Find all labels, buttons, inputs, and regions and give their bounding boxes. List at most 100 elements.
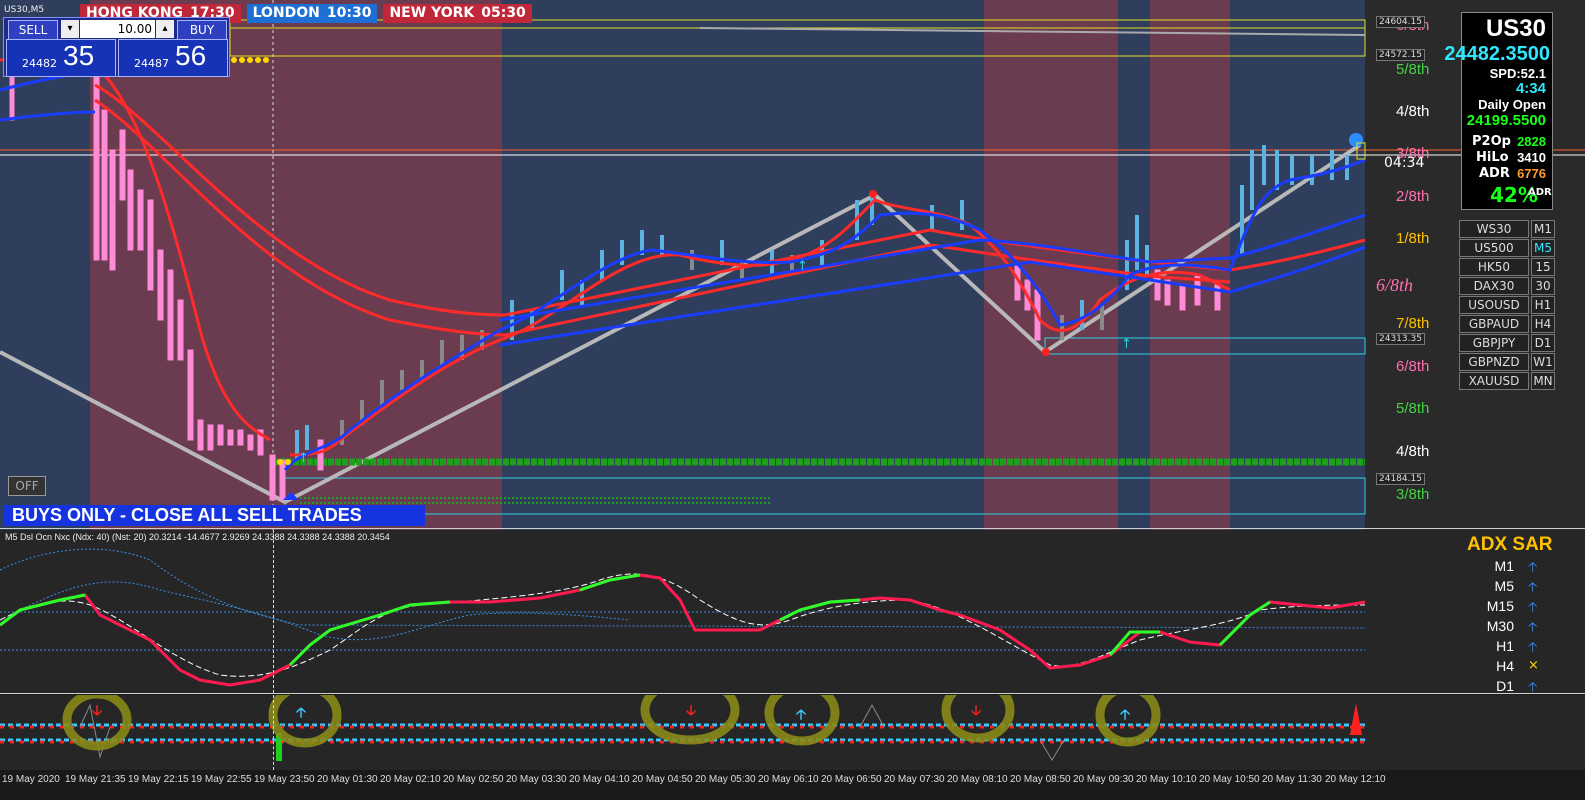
time-label: 20 May 01:30: [317, 774, 378, 785]
price-tag: 24572.15: [1376, 49, 1425, 61]
time-label: 20 May 09:30: [1073, 774, 1134, 785]
arrow-up-icon: 🡡: [1528, 580, 1538, 595]
oscillator-pane[interactable]: [0, 530, 1585, 693]
price-tag: 24604.15: [1376, 16, 1425, 28]
lot-increase-icon[interactable]: ▴: [156, 20, 174, 38]
timeframe-button[interactable]: M5: [1531, 239, 1555, 257]
symbol-button[interactable]: GBPNZD: [1459, 353, 1529, 371]
arrow-up-icon: 🡡: [1528, 600, 1538, 615]
svg-text:🡡: 🡡: [296, 705, 306, 721]
info-spread: SPD:52.1: [1489, 66, 1546, 81]
pane-separator: [0, 528, 1585, 529]
sell-button[interactable]: SELL: [8, 20, 58, 40]
svg-text:↑: ↑: [298, 451, 309, 466]
octave-label: 4/8th: [1396, 103, 1430, 120]
signal-plot: 🡣 🡡 🡣 🡡 🡣 🡡: [0, 695, 1365, 761]
symbol-button[interactable]: HK50: [1459, 258, 1529, 276]
cross-icon: ×: [1528, 658, 1539, 673]
sell-price-small: 24482: [22, 57, 57, 70]
octave-label: 4/8th: [1396, 443, 1430, 460]
svg-text:🡣: 🡣: [686, 703, 696, 719]
session-label: NEW YORK 05:30: [383, 4, 532, 23]
adx-timeframe: H1: [1496, 638, 1514, 654]
buy-price-box[interactable]: 24487 56: [118, 39, 228, 77]
symbol-button[interactable]: US500: [1459, 239, 1529, 257]
timeframe-button[interactable]: M1: [1531, 220, 1555, 238]
timeframe-button[interactable]: H4: [1531, 315, 1555, 333]
chart-symbol-label: US30,M5: [4, 5, 45, 15]
time-label: 20 May 06:10: [758, 774, 819, 785]
adx-timeframe: M1: [1494, 558, 1514, 574]
info-adr-value: 6776: [1517, 166, 1546, 181]
info-adr-label: ADR: [1479, 166, 1510, 181]
symbol-button[interactable]: USOUSD: [1459, 296, 1529, 314]
off-button[interactable]: OFF: [8, 476, 46, 496]
adx-timeframe: M15: [1486, 598, 1514, 614]
time-label: 20 May 04:10: [569, 774, 630, 785]
octave-label: 3/8th: [1396, 486, 1430, 503]
buy-button[interactable]: BUY: [177, 20, 227, 40]
timeframe-button[interactable]: D1: [1531, 334, 1555, 352]
svg-text:🡣: 🡣: [92, 703, 102, 719]
time-label: 20 May 10:50: [1199, 774, 1260, 785]
arrow-up-icon: 🡡: [1528, 640, 1538, 655]
svg-text:🡣: 🡣: [971, 703, 981, 719]
symbol-info-panel: US30 24482.3500 SPD:52.1 4:34 Daily Open…: [1444, 12, 1553, 210]
symbol-button[interactable]: WS30: [1459, 220, 1529, 238]
price-plot: ↑ ↑ ↑: [0, 0, 1585, 530]
session-label: LONDON 10:30: [246, 4, 378, 23]
time-label: 19 May 22:55: [191, 774, 252, 785]
signal-banner: BUYS ONLY - CLOSE ALL SELL TRADES: [4, 505, 425, 526]
time-label: 20 May 05:30: [695, 774, 756, 785]
time-label: 19 May 23:50: [254, 774, 315, 785]
lot-decrease-icon[interactable]: ▾: [61, 20, 79, 38]
octave-italic-label: 6/8th: [1376, 275, 1414, 295]
time-label: 19 May 21:35: [65, 774, 126, 785]
time-label: 20 May 03:30: [506, 774, 567, 785]
buy-price-big: 56: [175, 40, 207, 71]
timeframe-button[interactable]: MN: [1531, 372, 1555, 390]
time-label: 20 May 02:50: [443, 774, 504, 785]
svg-text:↑: ↑: [797, 259, 808, 274]
session-time: 10:30: [326, 5, 372, 21]
timeframe-button[interactable]: 15: [1531, 258, 1555, 276]
symbol-button[interactable]: GBPJPY: [1459, 334, 1529, 352]
adx-timeframe: D1: [1496, 678, 1514, 694]
candle-timer: 04:34: [1384, 155, 1425, 171]
svg-text:🡡: 🡡: [1120, 707, 1130, 723]
arrow-up-icon: 🡡: [1528, 620, 1538, 635]
time-label: 20 May 08:50: [1010, 774, 1071, 785]
symbol-button[interactable]: GBPAUD: [1459, 315, 1529, 333]
info-daily-open-value: 24199.5500: [1466, 112, 1546, 129]
session-city: NEW YORK: [389, 5, 475, 21]
info-hilo-label: HiLo: [1476, 150, 1509, 165]
pane-separator: [0, 693, 1585, 694]
info-p2op-label: P2Op: [1472, 134, 1511, 149]
octave-label: 7/8th: [1396, 315, 1430, 332]
octave-label: 1/8th: [1396, 230, 1430, 247]
lot-size-input[interactable]: 10.00: [80, 20, 155, 38]
octave-label: 2/8th: [1396, 188, 1430, 205]
time-label: 20 May 12:10: [1325, 774, 1386, 785]
adx-sar-title: ADX SAR: [1467, 534, 1553, 555]
timeframe-button[interactable]: 30: [1531, 277, 1555, 295]
symbol-button[interactable]: XAUUSD: [1459, 372, 1529, 390]
crosshair-line: [273, 695, 274, 770]
price-chart[interactable]: ↑ ↑ ↑ HONG KONG 17:30 LONDON 10:30 NEW YORK 0…: [0, 0, 1585, 530]
timeframe-button[interactable]: W1: [1531, 353, 1555, 371]
session-time: 05:30: [481, 5, 526, 21]
adx-timeframe: M30: [1486, 618, 1514, 634]
time-label: 20 May 10:10: [1136, 774, 1197, 785]
info-symbol: US30: [1485, 15, 1546, 42]
signal-pane[interactable]: 🡣 🡡 🡣 🡡 🡣 🡡: [0, 695, 1585, 770]
info-adr-suffix: ADR: [1528, 187, 1552, 198]
info-hilo-value: 3410: [1517, 150, 1546, 165]
symbol-button[interactable]: DAX30: [1459, 277, 1529, 295]
oscillator-plot: [0, 548, 1366, 687]
sell-price-box[interactable]: 24482 35: [6, 39, 116, 77]
timeframe-button[interactable]: H1: [1531, 296, 1555, 314]
indicator-header: M5 Dsl Ocn Nxc (Ndx: 40) (Nst: 20) 20.32…: [5, 532, 390, 542]
octave-label: 5/8th: [1396, 61, 1430, 78]
svg-text:↑: ↑: [1121, 337, 1132, 352]
arrow-up-icon: 🡡: [1528, 560, 1538, 575]
